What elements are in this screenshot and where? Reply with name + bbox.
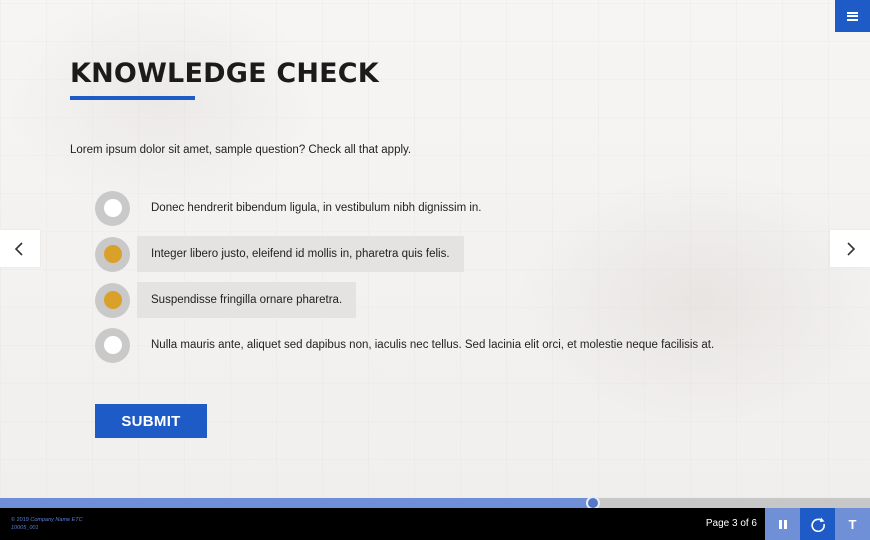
previous-slide-button[interactable]	[0, 230, 40, 267]
pause-icon	[778, 519, 787, 529]
pause-button[interactable]	[765, 508, 800, 540]
checkbox-circle[interactable]	[95, 190, 130, 226]
text-toggle-button[interactable]: T	[835, 508, 870, 540]
answer-option-1[interactable]: Donec hendrerit bibendum ligula, in vest…	[95, 190, 496, 226]
player-footer: © 2019 Company Name ETC 10005_001 Page 3…	[0, 508, 870, 540]
answer-option-2[interactable]: Integer libero justo, eleifend id mollis…	[95, 236, 464, 272]
progress-fill	[0, 498, 594, 508]
checkbox-dot	[103, 245, 122, 263]
answer-option-3[interactable]: Suspendisse fringilla ornare pharetra.	[95, 282, 357, 318]
chevron-left-icon	[14, 241, 23, 256]
next-slide-button[interactable]	[830, 230, 870, 267]
checkbox-circle[interactable]	[95, 236, 130, 272]
checkbox-circle[interactable]	[95, 282, 130, 318]
question-text: Lorem ipsum dolor sit amet, sample quest…	[70, 144, 412, 156]
replay-button[interactable]	[800, 508, 835, 540]
answer-option-label: Nulla mauris ante, aliquet sed dapibus n…	[151, 339, 715, 351]
company-name: Company Name ETC	[30, 517, 83, 523]
answer-option-label: Donec hendrerit bibendum ligula, in vest…	[151, 202, 482, 214]
checkbox-dot	[103, 336, 122, 354]
chevron-right-icon	[847, 241, 856, 256]
submit-button[interactable]: SUBMIT	[95, 404, 207, 438]
copyright-text: © 2019 Company Name ETC 10005_001	[11, 516, 83, 532]
page-counter: Page 3 of 6	[705, 518, 757, 529]
copyright-year: © 2019	[11, 517, 29, 523]
page-title: KNOWLEDGE CHECK	[70, 58, 379, 89]
course-code: 10005_001	[11, 525, 39, 531]
hamburger-menu-icon	[847, 11, 858, 21]
menu-button[interactable]	[835, 0, 870, 32]
answer-option-4[interactable]: Nulla mauris ante, aliquet sed dapibus n…	[95, 327, 728, 363]
checkbox-dot	[103, 199, 122, 217]
replay-icon	[810, 517, 825, 532]
answer-option-label: Suspendisse fringilla ornare pharetra.	[137, 282, 357, 318]
checkbox-circle[interactable]	[95, 327, 130, 363]
progress-bar[interactable]	[0, 496, 870, 510]
title-underline	[70, 96, 195, 100]
checkbox-dot	[103, 291, 122, 309]
answer-option-label: Integer libero justo, eleifend id mollis…	[137, 236, 464, 272]
